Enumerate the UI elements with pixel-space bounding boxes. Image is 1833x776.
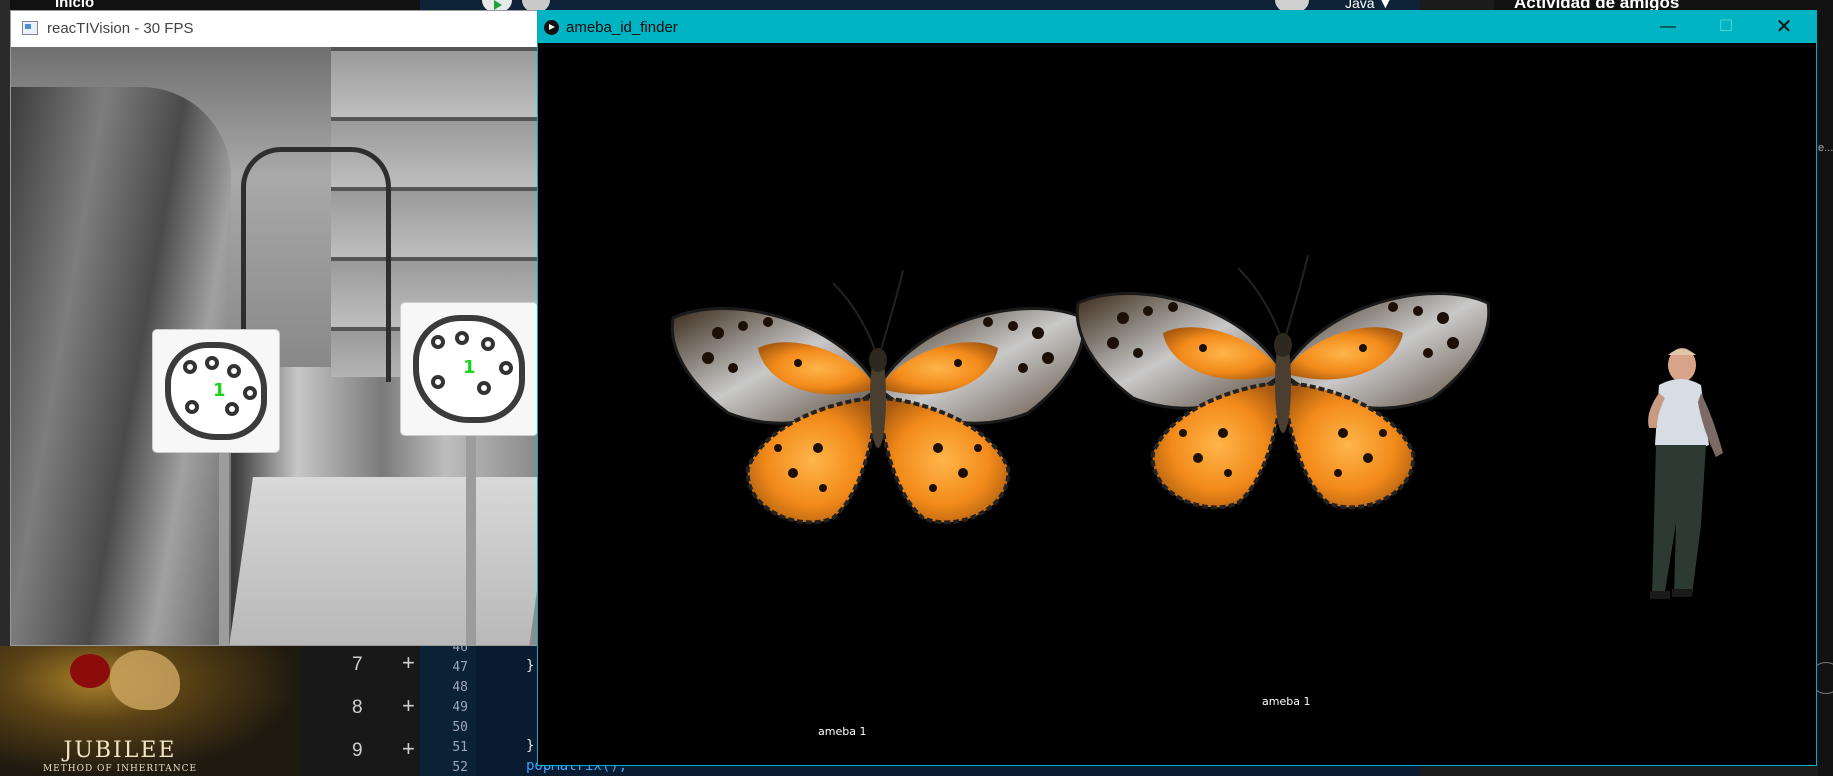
line-number-gutter: 46 47 48 49 50 51 52 — [420, 640, 476, 776]
line-number: 47 — [452, 660, 468, 675]
butterfly-sprite — [670, 268, 1086, 525]
ameba-label: ameba 1 — [818, 725, 867, 738]
track-row[interactable]: 8 + — [300, 689, 420, 729]
album-art-rose — [70, 654, 110, 688]
track-row[interactable]: 7 + — [300, 646, 420, 686]
code-line: } — [526, 658, 535, 674]
line-number: 48 — [452, 680, 468, 695]
add-track-icon[interactable]: + — [402, 693, 415, 719]
window-app-icon — [22, 21, 38, 35]
ameba-label: ameba 1 — [1262, 695, 1311, 708]
ameba-titlebar[interactable]: ameba_id_finder — ☐ ✕ — [538, 11, 1816, 43]
maximize-button[interactable]: ☐ — [1698, 11, 1754, 43]
track-number: 9 — [352, 740, 363, 761]
track-row[interactable]: 9 + — [300, 732, 420, 772]
line-number: 52 — [452, 760, 468, 775]
track-list: 7 + 8 + 9 + — [300, 646, 420, 776]
fiducial-dot — [455, 331, 469, 345]
fiducial-dot — [481, 337, 495, 351]
fiducial-dot — [225, 402, 239, 416]
fiducial-id-label: 1 — [463, 357, 476, 378]
fiducial-stand — [219, 451, 229, 645]
butterfly-sprite — [1075, 253, 1491, 510]
fiducial-dot — [499, 361, 513, 375]
album-art[interactable]: JUBILEE METHOD OF INHERITANCE — [0, 646, 300, 776]
fiducial-dot — [431, 375, 445, 389]
fiducial-dot — [185, 400, 199, 414]
sketch-canvas[interactable]: ameba 1 ameba 1 — [538, 43, 1816, 765]
fiducial-marker: 1 — [153, 330, 279, 452]
reactivision-title: reacTIVision - 30 FPS — [47, 20, 194, 37]
fiducial-stand — [466, 435, 476, 645]
friends-panel: e... — [1810, 12, 1833, 776]
fiducial-dot — [183, 360, 197, 374]
processing-app-icon — [544, 20, 559, 35]
fiducial-dot — [205, 356, 219, 370]
track-number: 8 — [352, 697, 363, 718]
track-number: 7 — [352, 654, 363, 675]
person-sprite — [1648, 348, 1723, 599]
friends-panel-truncated-text: e... — [1818, 142, 1833, 154]
add-track-icon[interactable]: + — [402, 736, 415, 762]
code-line: } — [526, 738, 535, 754]
line-number: 51 — [452, 740, 468, 755]
line-number: 49 — [452, 700, 468, 715]
line-number: 50 — [452, 720, 468, 735]
add-track-icon[interactable]: + — [402, 650, 415, 676]
camera-feed: 1 1 — [11, 47, 539, 645]
fiducial-dot — [227, 364, 241, 378]
camera-table — [229, 477, 539, 645]
album-art-cherub — [110, 650, 180, 710]
close-button[interactable]: ✕ — [1756, 11, 1812, 43]
minimize-button[interactable]: — — [1640, 11, 1696, 43]
fiducial-marker: 1 — [401, 303, 537, 435]
fiducial-dot — [431, 335, 445, 349]
album-subtitle: METHOD OF INHERITANCE — [42, 764, 198, 774]
ameba-id-finder-window[interactable]: ameba_id_finder — ☐ ✕ ameba 1 ameba 1 — [537, 10, 1817, 766]
album-title: JUBILEE — [63, 738, 177, 763]
sketch-graphics — [670, 253, 1723, 599]
fiducial-dot — [243, 386, 257, 400]
ameba-window-title: ameba_id_finder — [566, 19, 678, 36]
fiducial-id-label: 1 — [213, 380, 226, 401]
reactivision-titlebar[interactable]: reacTIVision - 30 FPS — [11, 11, 539, 47]
reactivision-window[interactable]: reacTIVision - 30 FPS 1 1 — [10, 10, 540, 646]
fiducial-dot — [477, 381, 491, 395]
